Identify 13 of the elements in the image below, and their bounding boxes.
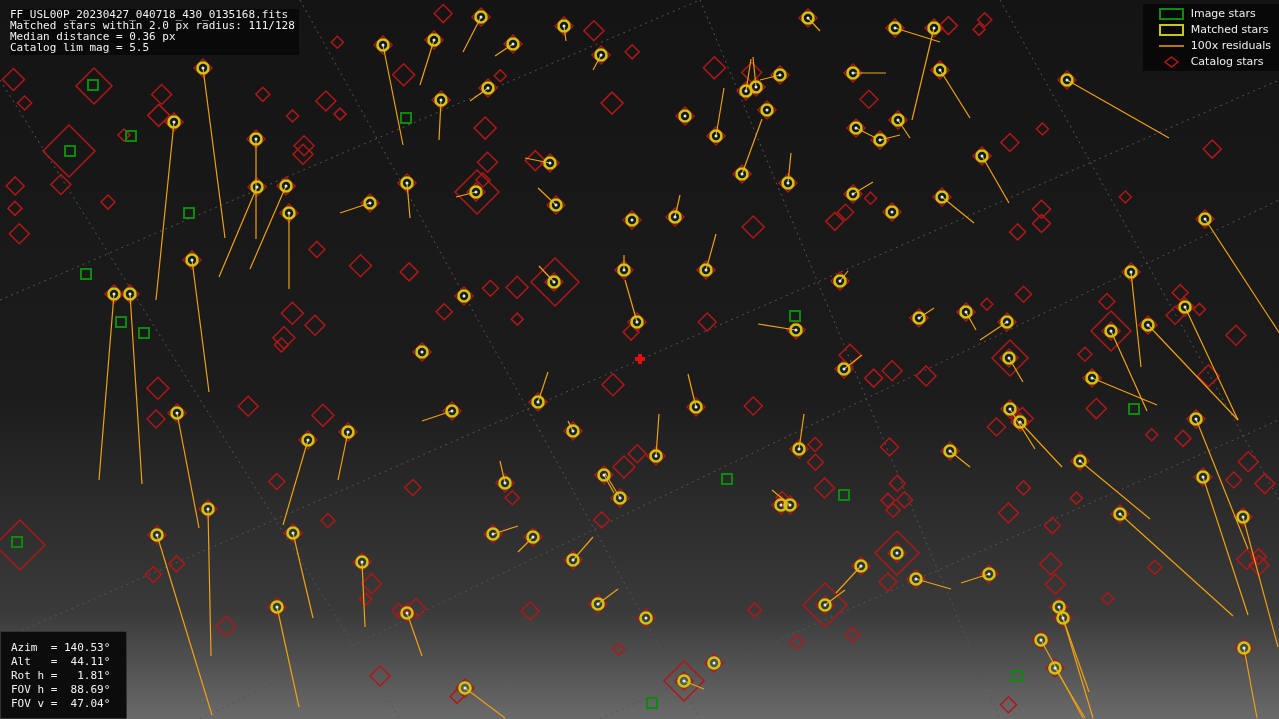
pointing-value: FOV v = 47.04° [11,698,111,710]
info-text: FF_USL00P_20230427_040718_430_0135168.fits [10,9,290,20]
legend-label: Catalog stars [1190,55,1264,68]
legend-label: Matched stars [1190,23,1269,36]
info-text: Matched stars within 2.0 px radius: 111/128 [10,20,295,31]
pointing-value: Rot h = 1.81° [11,670,111,682]
info-text: Catalog lim mag = 5.5 [10,42,151,53]
pointing-value: FOV h = 88.69° [11,684,111,696]
pointing-value: Azim = 140.53° [11,642,111,654]
legend-label: 100x residuals [1190,39,1271,52]
info-text: Median distance = 0.36 px [10,31,176,42]
pointing-value: Alt = 44.11° [11,656,111,668]
legend-label: Image stars [1190,7,1256,20]
